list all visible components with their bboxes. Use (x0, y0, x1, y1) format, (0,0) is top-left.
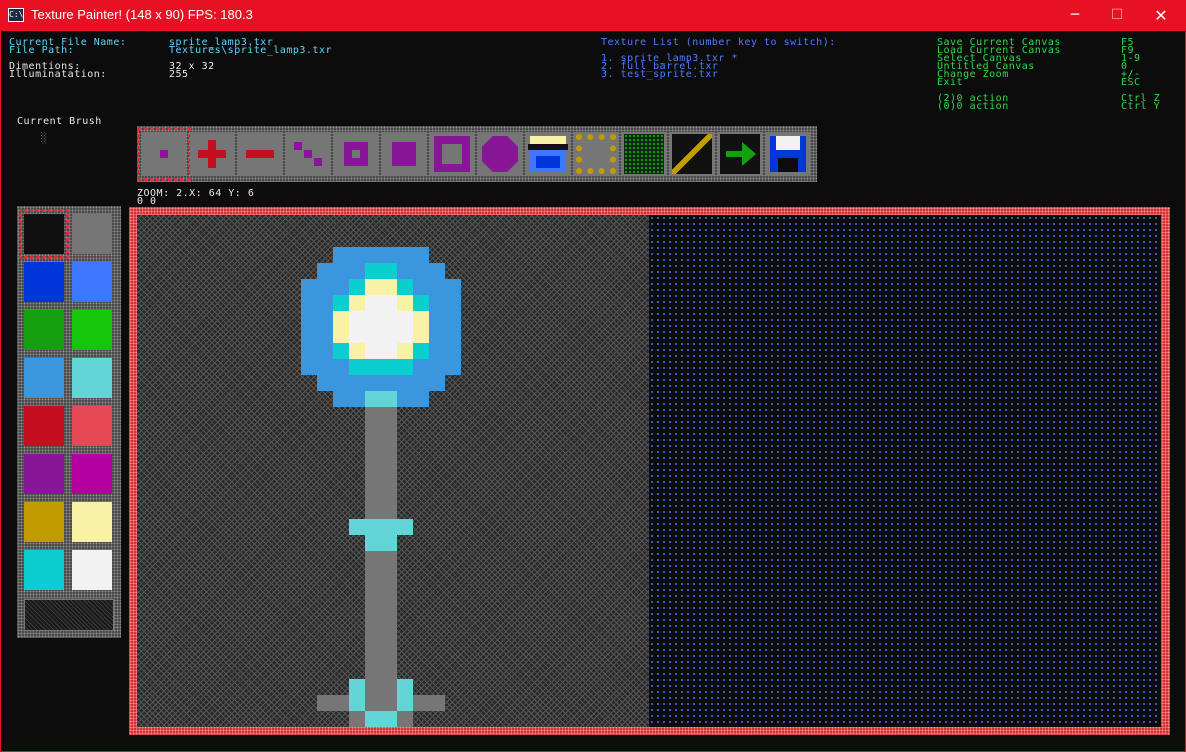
sprite-pixel-block (365, 711, 397, 727)
blank-canvas-area[interactable] (649, 215, 1161, 727)
tool-arrow-texture[interactable] (718, 132, 762, 176)
sprite-pixel-block (317, 695, 445, 711)
console-app-icon: C:\ (8, 8, 24, 22)
current-brush-label: Current Brush (17, 116, 102, 127)
sprite-pixel-block (365, 391, 397, 407)
sprite-pixel-block (365, 279, 397, 295)
texture-list-item-3[interactable]: 3. test_sprite.txr (601, 70, 718, 80)
close-button[interactable]: ✕ (1138, 0, 1184, 31)
sprite-pixel-block (349, 519, 413, 535)
sprite-pixel-block (349, 359, 413, 375)
sprite-pixel-block (397, 679, 413, 695)
palette-swatch[interactable] (72, 310, 112, 350)
sprite-pixel-block (365, 263, 397, 279)
tool-diagonal-line-texture[interactable] (670, 132, 714, 176)
sprite-pixel-block (365, 407, 397, 519)
palette-swatch[interactable] (24, 262, 64, 302)
sprite-pixel-block (365, 535, 397, 551)
shortcut-key: ESC (1121, 77, 1141, 88)
tool-filled-square-brush[interactable] (382, 132, 426, 176)
tool-floppy-save-icon[interactable] (766, 132, 810, 176)
tool-hollow-square-brush[interactable] (430, 132, 474, 176)
palette-swatch[interactable] (72, 358, 112, 398)
palette-swatch[interactable] (24, 406, 64, 446)
sprite-pixel-block (317, 375, 445, 391)
cursor-status: 0 0 (137, 196, 157, 207)
palette-swatch[interactable] (72, 550, 112, 590)
palette-swatch[interactable] (72, 406, 112, 446)
minimize-button[interactable]: ─ (1052, 0, 1098, 31)
shortcut-action: Exit (937, 77, 964, 88)
illumination-label: Illuminatation: (9, 69, 107, 80)
window-titlebar[interactable]: C:\ Texture Painter! (148 x 90) FPS: 180… (0, 0, 1186, 31)
sprite-pixel-block (349, 311, 413, 343)
sprite-pixel-block (365, 551, 397, 679)
illumination-value: 255 (169, 69, 189, 80)
tool-small-square-brush[interactable] (334, 132, 378, 176)
palette-swatch[interactable] (72, 262, 112, 302)
palette-swatch[interactable] (24, 454, 64, 494)
current-brush-preview: ░ (41, 133, 48, 144)
palette-swatch[interactable] (19, 209, 69, 259)
tool-diagonal-brush[interactable] (286, 132, 330, 176)
tool-dotted-frame-brush[interactable] (574, 132, 618, 176)
sprite-pixel-block (349, 711, 365, 727)
tool-minus-brush[interactable] (238, 132, 282, 176)
palette-swatch[interactable] (24, 550, 64, 590)
file-path-label: File Path: (9, 45, 75, 56)
tool-plus-brush[interactable] (190, 132, 234, 176)
tool-dark-green-texture[interactable] (622, 132, 666, 176)
palette-swatch[interactable] (24, 502, 64, 542)
maximize-button[interactable]: ☐ (1094, 0, 1140, 31)
window-border-left (0, 31, 1, 752)
sprite-pixel-block (349, 695, 365, 711)
tool-sprite-face-brush[interactable] (526, 132, 570, 176)
redo-key: Ctrl Y (1121, 101, 1161, 112)
transparent-color-swatch[interactable] (24, 599, 114, 631)
sprite-pixel-block (349, 679, 365, 695)
lamp-sprite-pixels (137, 215, 649, 727)
sprite-pixel-block (397, 695, 413, 711)
palette-swatch[interactable] (24, 358, 64, 398)
sprite-pixel-block (365, 679, 397, 695)
sprite-pixel-block (333, 247, 429, 263)
palette-swatch[interactable] (72, 454, 112, 494)
tool-dot-brush[interactable] (137, 127, 191, 181)
palette-swatch[interactable] (24, 310, 64, 350)
palette-swatch[interactable] (72, 214, 112, 254)
texture-list-header: Texture List (number key to switch): (601, 37, 836, 48)
window-title: Texture Painter! (148 x 90) FPS: 180.3 (31, 7, 253, 22)
palette-swatch[interactable] (72, 502, 112, 542)
tool-octagon-brush[interactable] (478, 132, 522, 176)
file-path-value: Textures\sprite_lamp3.txr (169, 45, 333, 56)
redo-action: (0)0 action (937, 101, 1009, 112)
sprite-pixel-block (397, 711, 413, 727)
